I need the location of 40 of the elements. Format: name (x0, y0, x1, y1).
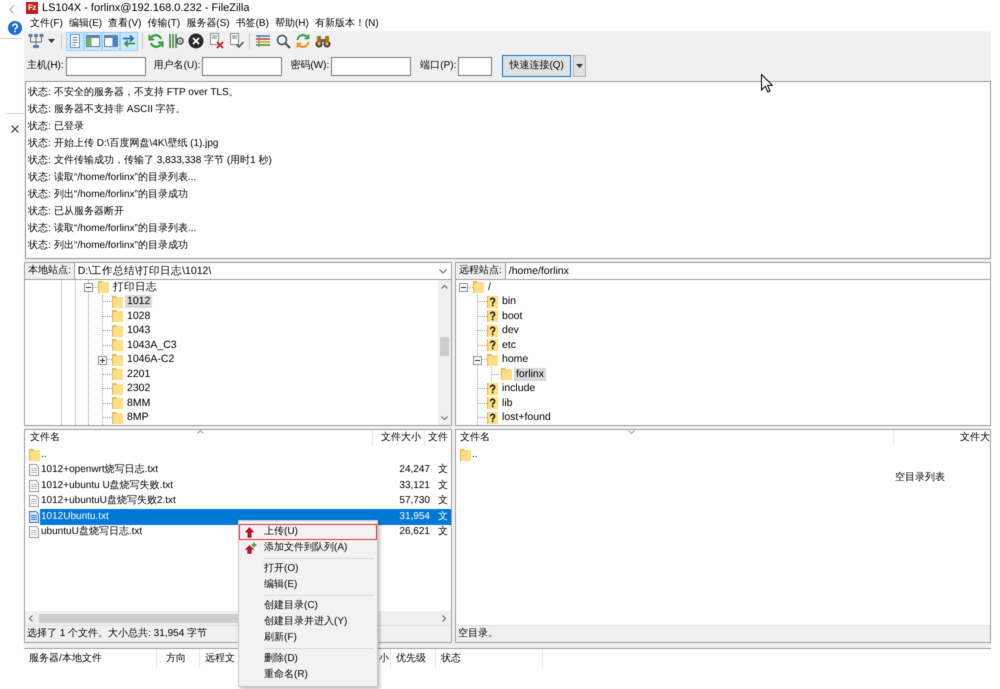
log-message: 读取“/home/forlinx”的目录列表... (54, 172, 196, 182)
log-message: 服务器不支持非 ASCII 字符。 (54, 104, 186, 114)
status-text: 空目录。 (457, 629, 498, 639)
table-cell: 文 (438, 480, 448, 491)
log-label: 状态: (27, 190, 52, 200)
table-cell: 文 (438, 512, 448, 522)
app-logo: Fz (26, 2, 38, 14)
log-message: 读取“/home/forlinx”的目录列表... (54, 224, 196, 234)
window-title: LS104X - forlinx@192.168.0.232 - FileZilla (42, 2, 250, 14)
log-label: 状态: (27, 206, 52, 216)
log-message: 已登录 (54, 122, 84, 132)
file-size: 26,621 (398, 527, 431, 538)
log-message: 开始上传 D:\百度网盘\4K\壁纸 (1).jpg (54, 138, 218, 148)
log-label: 状态: (27, 88, 52, 98)
log-label: 状态: (27, 122, 52, 132)
file-size: 24,247 (398, 465, 431, 476)
log-label: 状态: (27, 224, 52, 234)
status-text: 选择了 1 个文件。大小总共: 31,954 字节 (26, 629, 208, 639)
log-message: 列出“/home/forlinx”的目录成功 (54, 240, 188, 250)
log-label: 状态: (27, 172, 52, 182)
table-cell: 文 (438, 496, 448, 506)
site-label: 本地站点: (25, 263, 75, 279)
field-label: 端口(P): (420, 61, 456, 71)
log-label: 状态: (27, 240, 52, 250)
log-message: 文件传输成功，传输了 3,833,338 字节 (用时1 秒) (54, 156, 272, 166)
log-label: 状态: (27, 138, 52, 148)
log-message: 已从服务器断开 (54, 206, 124, 216)
table-cell: 文 (438, 527, 448, 538)
file-size: 31,954 (398, 512, 431, 522)
table-cell: 文 (438, 465, 448, 476)
log-message: 不安全的服务器，不支持 FTP over TLS。 (54, 88, 239, 98)
log-message: 列出“/home/forlinx”的目录成功 (54, 190, 188, 200)
log-label: 状态: (27, 104, 52, 114)
field-label: 用户名(U): (154, 61, 200, 71)
file-size: 57,730 (398, 496, 431, 506)
field-label: 主机(H): (27, 61, 64, 71)
field-label: 密码(W): (290, 61, 330, 71)
log-label: 状态: (27, 156, 52, 166)
empty-list-message: 空目录列表 (895, 472, 945, 482)
file-size: 33,121 (398, 480, 431, 491)
